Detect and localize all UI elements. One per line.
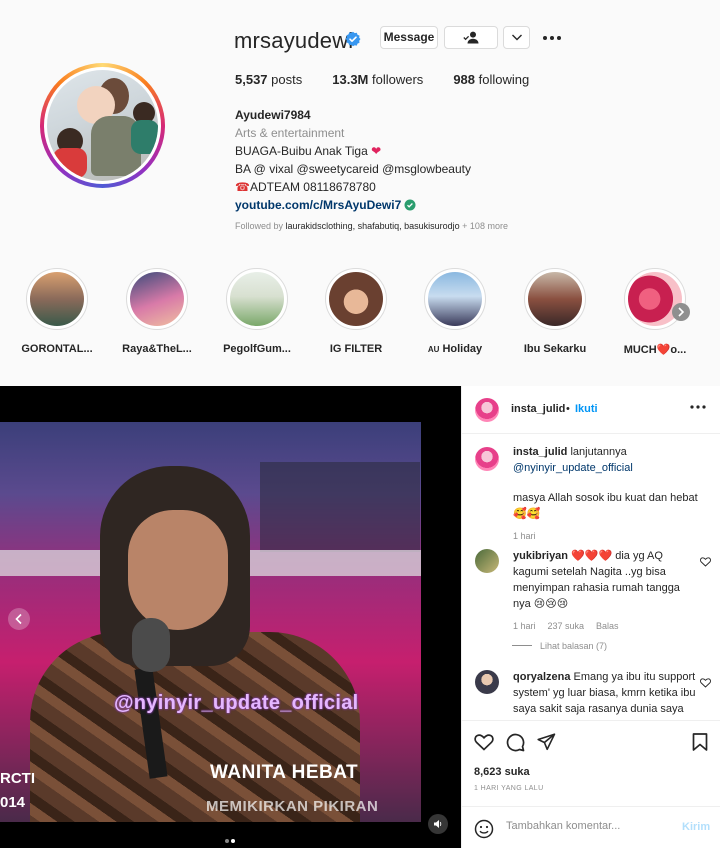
mute-button[interactable] — [428, 814, 448, 834]
profile-stats: 5,537 posts 13.3M followers 988 followin… — [235, 72, 559, 87]
header-separator: • — [566, 403, 570, 415]
highlight-item[interactable]: AU Holiday — [415, 268, 495, 355]
video-caption-sub: MEMIKIRKAN PIKIRAN — [206, 798, 379, 815]
comment-icon[interactable] — [506, 733, 525, 752]
following-button[interactable] — [444, 26, 498, 49]
like-heart-icon[interactable] — [474, 733, 494, 751]
profile-bio: Ayudewi7984 Arts & entertainment BUAGA-B… — [235, 106, 471, 214]
speaker-icon — [434, 820, 442, 828]
red-heart-icon: ❤ — [367, 144, 382, 158]
highlight-item[interactable]: Ibu Sekarku — [515, 268, 595, 355]
highlight-item[interactable]: IG FILTER — [316, 268, 396, 355]
comment-avatar[interactable] — [475, 549, 499, 573]
profile-header: mrsayudewi Message 5,537 posts 13.3M fol… — [0, 0, 720, 386]
profile-photo — [47, 70, 158, 181]
post-side-panel: insta_julid • Ikuti insta_julid lanjutan… — [461, 386, 720, 848]
post-media[interactable]: @nyinyir_update_official WANITA HEBAT ME… — [0, 386, 461, 848]
more-options-icon[interactable] — [541, 27, 563, 49]
highlight-item[interactable]: Raya&TheL... — [117, 268, 197, 355]
comment-item: qoryalzena Emang ya ibu itu support syst… — [513, 671, 696, 720]
chevron-left-icon — [15, 613, 22, 625]
bio-link[interactable]: youtube.com/c/MrsAyuDewi7 — [235, 196, 471, 214]
heart-icon[interactable] — [700, 678, 711, 688]
comment-input[interactable] — [506, 820, 666, 832]
story-highlights: GORONTAL... Raya&TheL... PegolfGum... IG… — [0, 268, 720, 358]
followed-by[interactable]: Followed by laurakidsclothing, shafabuti… — [235, 221, 508, 231]
post-header: insta_julid • Ikuti — [462, 386, 720, 434]
heart-icon[interactable] — [700, 557, 711, 567]
post-author-username[interactable]: insta_julid — [511, 403, 565, 415]
suggested-dropdown-button[interactable] — [503, 26, 530, 49]
post-caption: insta_julid lanjutannya @nyinyir_update_… — [513, 444, 708, 544]
carousel-prev-button[interactable] — [8, 608, 30, 630]
profile-full-name: Ayudewi7984 — [235, 108, 311, 122]
caption-time: 1 hari — [513, 531, 536, 541]
reply-button[interactable]: Balas — [596, 621, 619, 631]
message-button[interactable]: Message — [380, 26, 438, 49]
profile-username: mrsayudewi — [234, 28, 354, 53]
followers-count[interactable]: 13.3M followers — [332, 72, 423, 87]
comment-avatar[interactable] — [475, 670, 499, 694]
view-replies-button[interactable]: Lihat balasan (7) — [512, 641, 607, 651]
highlight-item[interactable]: GORONTAL... — [17, 268, 97, 355]
bio-line-3: ☎ADTEAM 08118678780 — [235, 180, 376, 194]
share-send-icon[interactable] — [537, 733, 556, 751]
video-watermark: @nyinyir_update_official — [114, 692, 359, 714]
post-timestamp: 1 HARI YANG LALU — [474, 785, 544, 792]
carousel-dot — [225, 839, 229, 843]
video-player[interactable]: @nyinyir_update_official WANITA HEBAT ME… — [0, 422, 421, 822]
more-options-icon[interactable] — [690, 404, 706, 410]
highlight-item[interactable]: PegolfGum... — [217, 268, 297, 355]
posts-count: 5,537 posts — [235, 72, 303, 87]
caption-avatar[interactable] — [475, 447, 499, 471]
post-modal: @nyinyir_update_official WANITA HEBAT ME… — [0, 386, 720, 848]
add-comment-bar: Kirim — [462, 806, 720, 848]
microphone — [132, 618, 170, 672]
follow-button[interactable]: Ikuti — [575, 403, 598, 415]
carousel-dot-active — [231, 839, 235, 843]
emoji-icon[interactable] — [474, 819, 494, 839]
verified-badge-icon — [345, 31, 361, 47]
bio-line-1: BUAGA-Buibu Anak Tiga ❤ — [235, 144, 382, 158]
video-caption-title: WANITA HEBAT — [210, 762, 359, 783]
likes-count[interactable]: 8,623 suka — [474, 766, 530, 778]
carousel-dots — [224, 830, 236, 848]
chevron-down-icon — [512, 34, 522, 41]
tv-year: 014 — [0, 794, 26, 811]
caption-mention[interactable]: @nyinyir_update_official — [513, 462, 633, 474]
post-actions — [462, 720, 720, 760]
bookmark-icon[interactable] — [692, 733, 708, 751]
telephone-icon: ☎ — [235, 180, 250, 194]
comment-item: yukibriyan ❤️❤️❤️ dia yg AQ kagumi setel… — [513, 550, 680, 631]
post-author-avatar[interactable] — [475, 398, 499, 422]
highlights-next-button[interactable] — [672, 303, 690, 321]
profile-category: Arts & entertainment — [235, 126, 345, 140]
tv-channel-logo: RCTI — [0, 770, 35, 787]
bio-line-2: BA @ vixal @sweetycareid @msglowbeauty — [235, 162, 471, 176]
profile-avatar[interactable] — [40, 63, 165, 188]
comments-list: insta_julid lanjutannya @nyinyir_update_… — [462, 435, 720, 720]
person-check-icon — [463, 31, 479, 44]
following-count[interactable]: 988 following — [453, 72, 529, 87]
chevron-right-icon — [678, 307, 685, 317]
post-comment-button[interactable]: Kirim — [682, 821, 710, 833]
verified-link-icon — [404, 199, 416, 211]
australia-flag-icon: AU — [427, 345, 440, 354]
